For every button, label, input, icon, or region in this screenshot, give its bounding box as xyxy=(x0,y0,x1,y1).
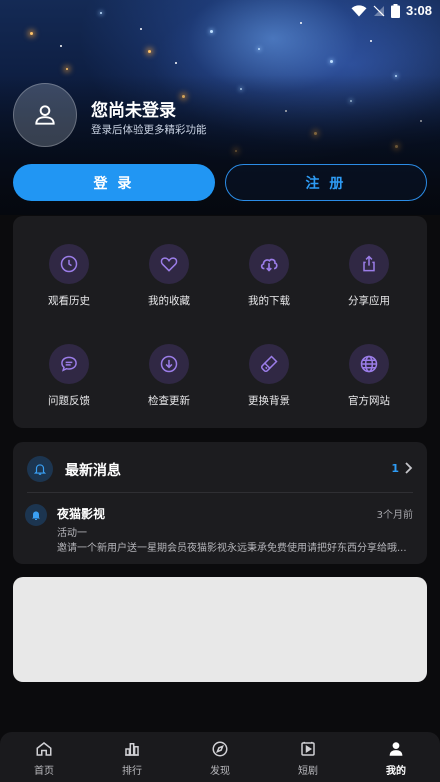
banner-placeholder[interactable] xyxy=(13,577,427,682)
nav-short-drama[interactable]: 短剧 xyxy=(264,732,352,782)
compass-icon xyxy=(212,741,228,757)
login-button[interactable]: 登 录 xyxy=(13,164,215,201)
news-item-subtitle: 活动一 xyxy=(57,528,87,539)
nav-label: 发现 xyxy=(210,766,230,777)
feature-watch-history[interactable]: 观看历史 xyxy=(19,244,119,308)
nav-mine[interactable]: 我的 xyxy=(352,732,440,782)
feature-label: 观看历史 xyxy=(48,295,90,307)
share-icon xyxy=(363,255,375,272)
feature-label: 官方网站 xyxy=(348,395,390,407)
feature-downloads[interactable]: 我的下载 xyxy=(219,244,319,308)
nav-label: 我的 xyxy=(386,766,406,777)
latest-news-card: 最新消息 1 夜猫影视 3个月前 活动一 邀请一个新用户送一星期会员夜猫影视永远… xyxy=(13,442,427,564)
ranking-icon xyxy=(125,743,139,756)
feature-label: 问题反馈 xyxy=(48,395,90,407)
register-button[interactable]: 注 册 xyxy=(225,164,427,201)
feature-favorites[interactable]: 我的收藏 xyxy=(119,244,219,308)
nav-label: 短剧 xyxy=(298,766,318,777)
bell-icon xyxy=(25,504,47,526)
clock-icon xyxy=(60,255,78,273)
chat-icon xyxy=(61,356,77,372)
play-square-icon xyxy=(301,741,315,756)
nav-discover[interactable]: 发现 xyxy=(176,732,264,782)
news-item-time: 3个月前 xyxy=(376,510,413,521)
feature-label: 我的收藏 xyxy=(148,295,190,307)
feature-label: 分享应用 xyxy=(348,295,390,307)
feature-share-app[interactable]: 分享应用 xyxy=(319,244,419,308)
login-status-subtitle: 登录后体验更多精彩功能 xyxy=(91,124,207,136)
news-count-badge[interactable]: 1 xyxy=(391,462,399,475)
signal-icon xyxy=(373,5,385,16)
bottom-navigation: 首页 排行 发现 短剧 我的 xyxy=(0,732,440,782)
feature-check-update[interactable]: 检查更新 xyxy=(119,344,219,408)
feature-label: 更换背景 xyxy=(248,395,290,407)
brush-icon xyxy=(260,355,278,373)
news-item-body: 邀请一个新用户送一星期会员夜猫影视永远秉承免费使用请把好东西分享给哦... xyxy=(57,543,407,554)
nav-ranking[interactable]: 排行 xyxy=(88,732,176,782)
feature-change-background[interactable]: 更换背景 xyxy=(219,344,319,408)
news-item-title: 夜猫影视 xyxy=(57,507,106,521)
feature-label: 检查更新 xyxy=(148,395,190,407)
bell-icon xyxy=(27,456,53,482)
status-bar: 3:08 xyxy=(0,0,440,24)
cloud-download-icon xyxy=(260,258,278,272)
nav-home[interactable]: 首页 xyxy=(0,732,88,782)
home-icon xyxy=(36,742,52,756)
latest-news-title: 最新消息 xyxy=(65,463,121,479)
user-icon xyxy=(389,742,403,756)
feature-label: 我的下载 xyxy=(248,295,290,307)
feature-feedback[interactable]: 问题反馈 xyxy=(19,344,119,408)
avatar[interactable] xyxy=(13,83,77,147)
user-placeholder-icon xyxy=(35,105,55,125)
battery-icon xyxy=(390,3,400,18)
chevron-right-icon[interactable] xyxy=(403,461,413,475)
download-circle-icon xyxy=(160,355,178,373)
wifi-icon xyxy=(351,4,367,16)
divider xyxy=(27,492,413,493)
login-status-title: 您尚未登录 xyxy=(91,101,176,121)
status-time: 3:08 xyxy=(405,3,432,18)
nav-label: 排行 xyxy=(122,766,142,777)
heart-icon xyxy=(160,257,178,272)
globe-icon xyxy=(360,355,378,373)
feature-grid: 观看历史 我的收藏 我的下载 分享应用 问题反馈 检查更新 更换背景 官方网站 xyxy=(13,216,427,428)
feature-official-website[interactable]: 官方网站 xyxy=(319,344,419,408)
nav-label: 首页 xyxy=(34,766,54,777)
